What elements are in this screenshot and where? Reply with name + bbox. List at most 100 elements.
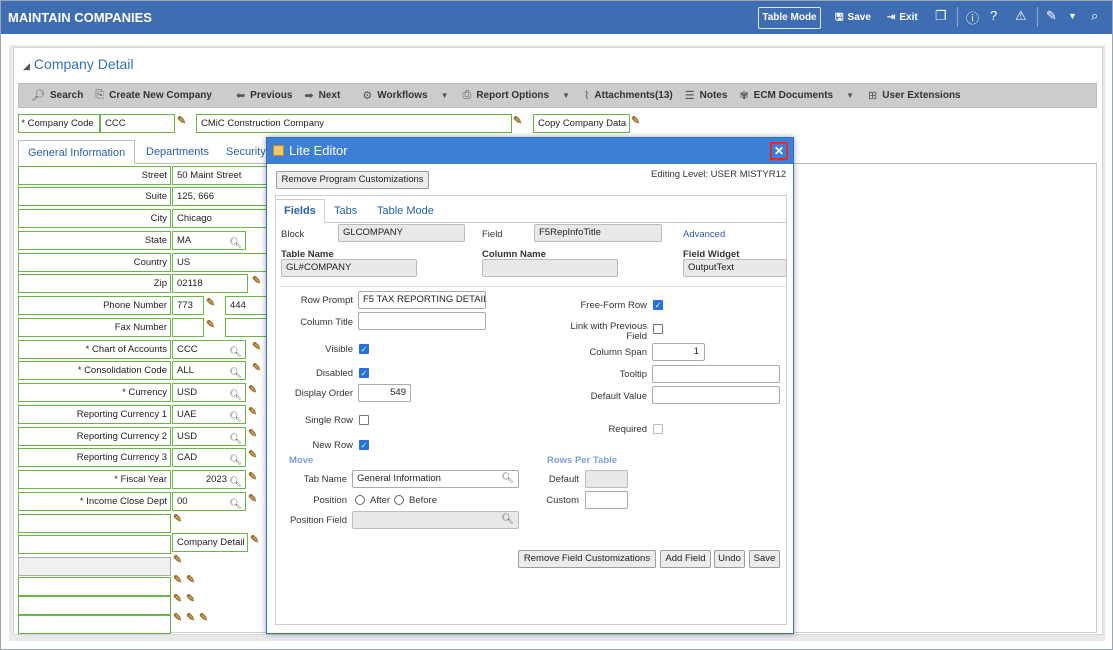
link-previous-checkbox[interactable]: [653, 324, 663, 334]
pencil-icon[interactable]: ✎: [177, 114, 186, 127]
attachments-button[interactable]: ⌇ Attachments(13): [584, 89, 673, 102]
default-value-input[interactable]: [652, 386, 780, 404]
column-span-input[interactable]: 1: [652, 343, 705, 361]
tab-table-mode[interactable]: Table Mode: [377, 205, 434, 217]
display-order-input[interactable]: 549: [358, 384, 411, 402]
default-input[interactable]: [585, 470, 628, 488]
user-extensions-button[interactable]: ⊞ User Extensions: [868, 89, 961, 102]
pencil-icon[interactable]: ✎: [252, 361, 261, 374]
tab-tabs[interactable]: Tabs: [334, 205, 357, 217]
windows-icon[interactable]: ❐: [935, 8, 947, 24]
pencil-icon[interactable]: ✎: [252, 274, 261, 287]
pencil-icon[interactable]: ✎: [206, 296, 215, 309]
fiscal-year-field[interactable]: 2023: [172, 470, 231, 489]
undo-button[interactable]: Undo: [714, 550, 745, 568]
pencil-icon[interactable]: ✎: [248, 470, 257, 483]
pencil-icon[interactable]: ✎: [186, 611, 195, 624]
reporting-currency-3-field[interactable]: CAD 🔍︎: [172, 448, 246, 467]
search-icon[interactable]: 🔍︎: [229, 365, 242, 379]
company-name-field[interactable]: CMiC Construction Company: [196, 114, 512, 133]
add-field-button[interactable]: Add Field: [660, 550, 711, 568]
position-field-input[interactable]: 🔍︎: [352, 511, 519, 529]
suite-field[interactable]: 125, 666: [172, 187, 272, 206]
dialog-header[interactable]: Lite Editor ✕: [267, 138, 793, 164]
reporting-currency-2-field[interactable]: USD 🔍︎: [172, 427, 246, 446]
phone-area-field[interactable]: 773: [172, 296, 204, 315]
table-name-field[interactable]: GL#COMPANY: [281, 259, 417, 277]
pencil-icon[interactable]: ✎: [206, 318, 215, 331]
next-button[interactable]: ➡ Next: [304, 89, 340, 102]
edit-icon[interactable]: ✎: [1046, 8, 1057, 24]
info-icon[interactable]: ⓘ: [966, 8, 979, 27]
tab-departments[interactable]: Departments: [137, 140, 218, 164]
previous-button[interactable]: ⬅ Previous: [236, 89, 292, 102]
search-icon[interactable]: 🔍︎: [501, 471, 514, 487]
pencil-icon[interactable]: ✎: [173, 553, 182, 566]
fax-area-field[interactable]: [172, 318, 204, 337]
visible-checkbox[interactable]: ✓: [359, 344, 369, 354]
pencil-icon[interactable]: ✎: [199, 611, 208, 624]
zip-field[interactable]: 02118: [172, 274, 248, 293]
field-field[interactable]: F5RepInfoTitle: [534, 224, 662, 242]
reporting-currency-1-field[interactable]: UAE 🔍︎: [172, 405, 246, 424]
search-icon[interactable]: 🔍︎: [229, 409, 242, 423]
notes-button[interactable]: ☰ Notes: [685, 89, 728, 102]
pencil-icon[interactable]: ✎: [248, 405, 257, 418]
section-title[interactable]: ◢ Company Detail: [23, 56, 134, 72]
company-code-field[interactable]: CCC: [100, 114, 175, 133]
tooltip-input[interactable]: [652, 365, 780, 383]
pencil-icon[interactable]: ✎: [250, 533, 259, 546]
disabled-checkbox[interactable]: ✓: [359, 368, 369, 378]
column-name-field[interactable]: [482, 259, 618, 277]
pencil-icon[interactable]: ✎: [173, 573, 182, 586]
search-icon[interactable]: 🔍︎: [501, 512, 514, 528]
pencil-icon[interactable]: ✎: [248, 427, 257, 440]
custom-input[interactable]: [585, 491, 628, 509]
search-icon[interactable]: 🔍︎: [229, 431, 242, 445]
advanced-link[interactable]: Advanced: [683, 229, 725, 240]
save-editor-button[interactable]: Save: [749, 550, 780, 568]
city-field[interactable]: Chicago: [172, 209, 272, 228]
pencil-icon[interactable]: ✎: [248, 383, 257, 396]
pencil-icon[interactable]: ✎: [513, 114, 522, 127]
before-radio[interactable]: [394, 495, 404, 505]
pencil-icon[interactable]: ✎: [252, 340, 261, 353]
pencil-icon[interactable]: ✎: [186, 592, 195, 605]
search-icon[interactable]: 🔍︎: [229, 235, 242, 249]
fax-number-field[interactable]: [225, 318, 271, 337]
help-icon[interactable]: ?: [990, 8, 997, 23]
tab-name-input[interactable]: General Information 🔍︎: [352, 470, 519, 488]
pencil-icon[interactable]: ✎: [248, 448, 257, 461]
tab-fields[interactable]: Fields: [284, 205, 316, 217]
pencil-icon[interactable]: ✎: [173, 512, 182, 525]
search-button[interactable]: 🔎︎ Search: [31, 89, 83, 102]
state-field[interactable]: MA 🔍︎: [172, 231, 246, 250]
income-close-dept-field[interactable]: 00 🔍︎: [172, 492, 246, 511]
column-title-input[interactable]: [358, 312, 486, 330]
row-prompt-input[interactable]: F5 TAX REPORTING DETAIL: [358, 291, 486, 309]
create-company-button[interactable]: ⎘ Create New Company: [95, 89, 212, 102]
workflows-menu[interactable]: ⚙ Workflows ▼: [362, 89, 448, 102]
chevron-down-icon[interactable]: ▼: [1068, 11, 1077, 21]
search-icon[interactable]: 🔍︎: [229, 452, 242, 466]
save-button[interactable]: 🖫 Save: [835, 9, 871, 27]
country-field[interactable]: US: [172, 253, 272, 272]
single-row-checkbox[interactable]: [359, 415, 369, 425]
pencil-icon[interactable]: ✎: [186, 573, 195, 586]
search-icon[interactable]: 🔍︎: [229, 344, 242, 358]
pencil-icon[interactable]: ✎: [173, 592, 182, 605]
exit-button[interactable]: ⇥ Exit: [887, 9, 918, 27]
report-options-menu[interactable]: ⎙ Report Options ▼: [463, 89, 571, 102]
new-row-checkbox[interactable]: ✓: [359, 440, 369, 450]
consolidation-code-field[interactable]: ALL 🔍︎: [172, 361, 246, 380]
currency-field[interactable]: USD 🔍︎: [172, 383, 246, 402]
remove-field-customizations-button[interactable]: Remove Field Customizations: [518, 550, 656, 568]
remove-program-customizations-button[interactable]: Remove Program Customizations: [276, 171, 429, 189]
warning-icon[interactable]: ⚠: [1015, 8, 1027, 24]
tab-general-information[interactable]: General Information: [18, 140, 136, 164]
phone-number-field[interactable]: 444: [225, 296, 271, 315]
table-mode-button[interactable]: Table Mode: [758, 7, 821, 29]
search-icon[interactable]: 🔍︎: [229, 387, 242, 401]
pencil-icon[interactable]: ✎: [173, 611, 182, 624]
company-detail-button[interactable]: Company Detail: [172, 533, 248, 552]
